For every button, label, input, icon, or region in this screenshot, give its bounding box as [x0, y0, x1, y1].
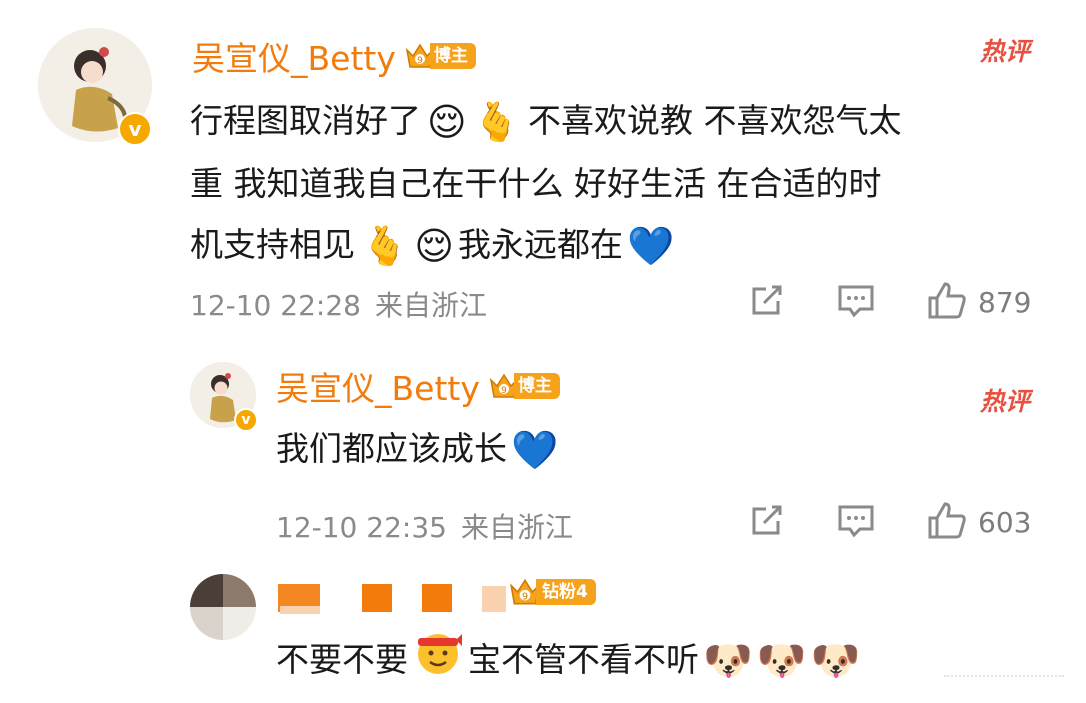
like-count: 879: [978, 285, 1032, 319]
badge-label: 博主: [513, 373, 560, 399]
comment-header: 吴宣仪_Betty 9 博主: [192, 34, 476, 78]
hot-comment-label: 热评: [980, 37, 1031, 66]
pixelated-avatar-icon: [190, 574, 256, 640]
finger-heart-emoji: 🫰: [472, 100, 520, 144]
verified-badge: v: [118, 112, 152, 146]
dog-face-emoji: 🐶: [756, 638, 807, 684]
relieved-face-emoji: 😌: [414, 224, 454, 268]
text-line-2: 重 我知道我自己在干什么 好好生活 在合适的时: [190, 164, 882, 203]
dog-face-emoji: 🐶: [810, 638, 861, 684]
blue-heart-emoji: 💙: [626, 224, 675, 268]
badge-label: 钻粉4: [536, 579, 596, 605]
timestamp: 12-10 22:28: [190, 289, 361, 322]
blogger-badge[interactable]: 9 博主: [404, 39, 476, 73]
dog-face-emoji: 🐶: [703, 638, 753, 684]
comment-text: 我们都应该成长 💙: [276, 418, 558, 481]
comment-header: 吴宣仪_Betty 9 博主: [276, 364, 560, 408]
badge-label: 博主: [429, 43, 476, 69]
comment-text: 行程图取消好了 😌 🫰 不喜欢说教 不喜欢怨气太 重 我知道我自己在干什么 好好生活 …: [190, 90, 1070, 277]
comment-text: 不要不要 宝不管不看不听 🐶 🐶 🐶: [276, 626, 860, 697]
like-count: 603: [978, 505, 1032, 539]
avatar-pixelated[interactable]: [190, 574, 256, 640]
crown-level: 9: [501, 386, 507, 396]
verified-badge: v: [234, 408, 258, 432]
blogger-badge[interactable]: 9 博主: [488, 369, 560, 403]
finger-heart-emoji: 🫰: [361, 224, 409, 268]
comment-meta: 12-10 22:28 来自浙江: [190, 284, 487, 324]
hot-comment-label: 热评: [980, 387, 1031, 416]
username[interactable]: 吴宣仪_Betty: [192, 32, 396, 80]
censored-username[interactable]: [278, 576, 508, 616]
fan-badge[interactable]: 9 钻粉4: [508, 574, 596, 610]
comment-3: 9 钻粉4 不要不要 宝不管不看不听 🐶 🐶 🐶: [0, 560, 1086, 703]
comment-icon[interactable]: [836, 281, 876, 323]
mosaic-block-icon: [278, 584, 506, 614]
location: 来自浙江: [374, 289, 487, 322]
comment-actions: 879: [748, 278, 1031, 326]
headband-face-emoji: [412, 626, 464, 697]
share-icon[interactable]: [748, 501, 786, 543]
comment-actions: 603: [748, 498, 1031, 546]
comment-2: v 吴宣仪_Betty 9 博主 热评 我们都应该成长 💙 12-10 22:35…: [0, 340, 1086, 560]
text-line-1: 行程图取消好了 😌 🫰 不喜欢说教 不喜欢怨气太: [190, 90, 1070, 153]
location: 来自浙江: [460, 511, 573, 544]
thumbs-up-icon[interactable]: [926, 280, 968, 324]
relieved-face-emoji: 😌: [427, 100, 467, 144]
crown-level: 9: [522, 591, 528, 602]
share-icon[interactable]: [748, 281, 786, 323]
username[interactable]: 吴宣仪_Betty: [276, 362, 480, 410]
text-line-3: 机支持相见 🫰 😌 我永远都在 💙: [190, 214, 1070, 277]
comment-1: v 吴宣仪_Betty 9 博主 热评 行程图取消好了 😌 🫰 不喜欢说教 不喜欢怨气…: [0, 0, 1086, 340]
comment-meta: 12-10 22:35 来自浙江: [276, 506, 573, 546]
blue-heart-emoji: 💙: [511, 428, 559, 472]
comment-icon[interactable]: [836, 501, 876, 543]
thumbs-up-icon[interactable]: [926, 500, 968, 544]
watermark: [944, 675, 1064, 691]
timestamp: 12-10 22:35: [276, 511, 447, 544]
crown-level: 9: [417, 56, 423, 66]
